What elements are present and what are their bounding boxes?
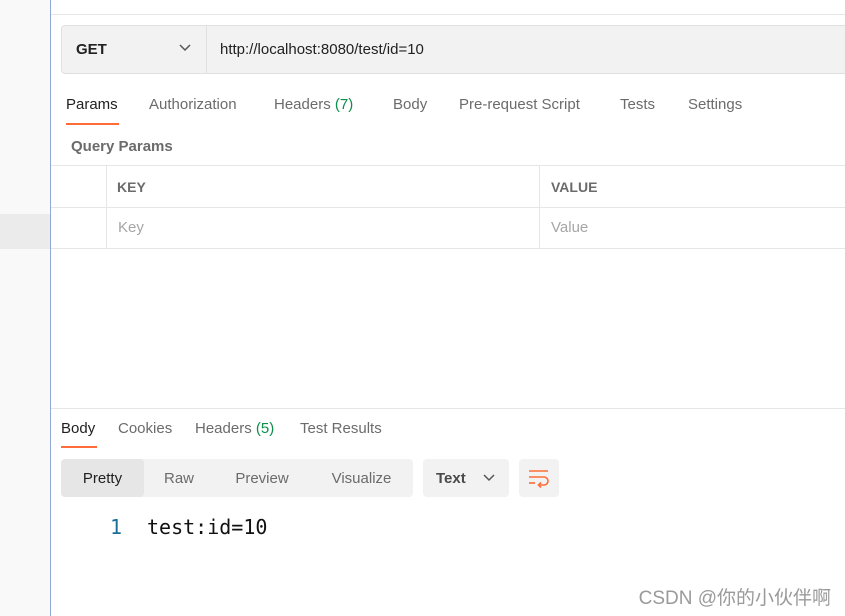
tab-headers-label: Headers [274, 96, 331, 113]
request-url-bar: GET http://localhost:8080/test/id=10 [61, 25, 845, 74]
top-divider [51, 14, 845, 15]
view-mode-raw[interactable]: Raw [144, 459, 214, 497]
sidebar-panel [0, 0, 50, 616]
tab-tests[interactable]: Tests [620, 96, 655, 113]
chevron-down-icon [483, 474, 495, 482]
tab-authorization[interactable]: Authorization [149, 96, 237, 113]
tab-pre-request-script[interactable]: Pre-request Script [459, 96, 580, 113]
response-tab-cookies-label: Cookies [118, 420, 173, 437]
column-divider [106, 208, 107, 249]
response-tab-headers[interactable]: Headers (5) [195, 420, 274, 437]
tab-authorization-label: Authorization [149, 96, 237, 113]
method-dropdown[interactable]: GET [62, 26, 207, 73]
active-tab-indicator [66, 123, 119, 125]
tab-body-label: Body [393, 96, 428, 113]
tab-settings[interactable]: Settings [688, 96, 742, 113]
format-label: Text [436, 470, 466, 487]
response-headers-count: (5) [255, 420, 275, 437]
response-tab-headers-label: Headers [195, 420, 252, 437]
chevron-down-icon [179, 44, 191, 52]
headers-count-badge: (7) [334, 96, 354, 113]
tab-body[interactable]: Body [393, 96, 427, 113]
format-dropdown[interactable]: Text [423, 459, 509, 497]
url-input[interactable]: http://localhost:8080/test/id=10 [220, 41, 424, 58]
response-tab-cookies[interactable]: Cookies [118, 420, 172, 437]
tab-pre-request-label: Pre-request Script [459, 96, 580, 113]
view-mode-selector: Pretty Raw Preview Visualize [61, 459, 413, 497]
wrap-lines-button[interactable] [519, 459, 559, 497]
table-header-row: KEY VALUE [51, 165, 845, 207]
tab-tests-label: Tests [620, 96, 656, 113]
column-header-key: KEY [117, 179, 146, 195]
column-divider [106, 166, 107, 207]
response-body-text[interactable]: test:id=10 [147, 515, 267, 539]
key-input[interactable]: Key [118, 219, 144, 236]
column-divider [539, 166, 540, 207]
column-divider [539, 208, 540, 249]
response-tab-test-results[interactable]: Test Results [300, 420, 382, 437]
response-tab-body[interactable]: Body [61, 420, 95, 437]
wrap-lines-icon [529, 470, 549, 488]
view-mode-pretty[interactable]: Pretty [61, 459, 144, 497]
view-mode-visualize[interactable]: Visualize [310, 459, 413, 497]
response-tab-body-label: Body [61, 420, 96, 437]
column-header-value: VALUE [551, 179, 598, 195]
sidebar-selected-row[interactable] [0, 214, 50, 249]
response-active-tab-indicator [61, 446, 97, 448]
query-params-title: Query Params [71, 138, 173, 155]
response-tab-test-results-label: Test Results [300, 420, 382, 437]
line-number: 1 [110, 515, 123, 539]
response-divider[interactable] [51, 408, 845, 409]
watermark: CSDN @你的小伙伴啊 [638, 588, 831, 609]
tab-settings-label: Settings [688, 96, 743, 113]
method-label: GET [76, 41, 107, 58]
view-mode-preview[interactable]: Preview [214, 459, 310, 497]
sidebar-divider [50, 0, 51, 616]
tab-headers[interactable]: Headers (7) [274, 96, 353, 113]
table-row: Key Value [51, 207, 845, 249]
value-input[interactable]: Value [551, 219, 588, 236]
tab-params-label: Params [66, 96, 118, 113]
tab-params[interactable]: Params [66, 96, 118, 113]
